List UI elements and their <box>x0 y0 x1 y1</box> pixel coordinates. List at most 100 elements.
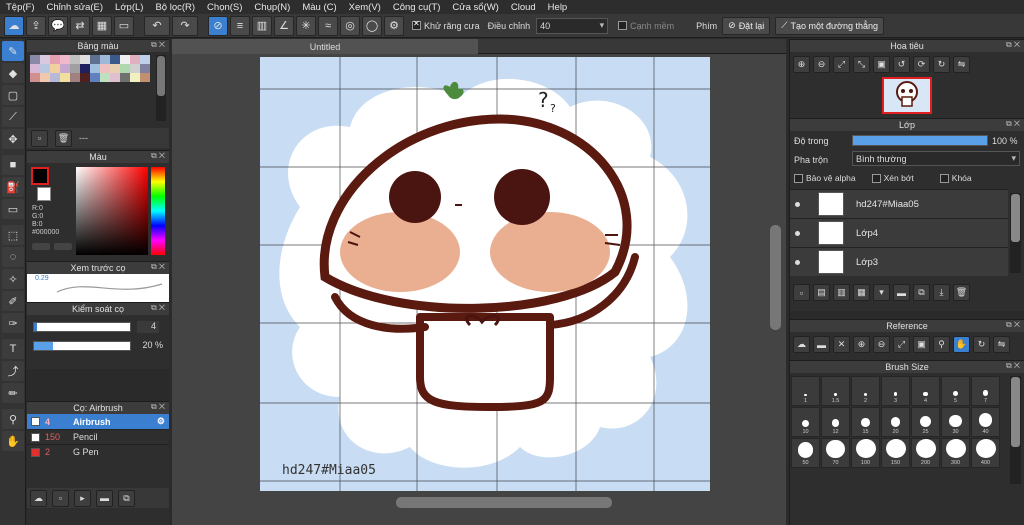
merge-layer-icon[interactable]: ⤓ <box>933 284 950 301</box>
brush-size-option[interactable]: 15 <box>851 407 880 437</box>
brush-list-item[interactable]: 2 G Pen <box>27 444 169 459</box>
document-tab[interactable]: Untitled <box>172 39 478 54</box>
palette-swatch[interactable] <box>40 73 50 82</box>
snap-radial-icon[interactable]: ✳ <box>296 15 316 36</box>
primary-color-swatch[interactable] <box>31 167 49 185</box>
select-pen-tool-icon[interactable]: ✐ <box>2 291 24 311</box>
palette-swatch[interactable] <box>70 73 80 82</box>
snap-settings-icon[interactable]: ⚙ <box>384 15 404 36</box>
brush-settings-icon[interactable]: ⚙ <box>157 416 165 427</box>
panel-close-icon[interactable]: ⧉ ✕ <box>151 402 165 412</box>
palette-swatch[interactable] <box>130 73 140 82</box>
reference-open-icon[interactable]: ▬ <box>813 336 830 353</box>
palette-swatch[interactable] <box>70 55 80 64</box>
brush-opacity-slider[interactable] <box>33 341 131 351</box>
brush-list-item[interactable]: 150 Pencil <box>27 429 169 444</box>
menu-item-8[interactable]: Công cụ(T) <box>393 2 441 13</box>
rotate-left-icon[interactable]: ↺ <box>893 56 910 73</box>
text-tool-icon[interactable]: T <box>2 339 24 359</box>
reference-flip-icon[interactable]: ⇋ <box>993 336 1010 353</box>
palette-swatch[interactable] <box>90 55 100 64</box>
soft-edge-check-icon[interactable] <box>618 21 628 30</box>
layer-row[interactable]: hd247#Miaa05 <box>790 189 1008 218</box>
new-halftone-layer-icon[interactable]: ▥ <box>833 284 850 301</box>
palette-swatch[interactable] <box>50 55 60 64</box>
brush-size-option[interactable]: 10 <box>791 407 820 437</box>
palette-swatch[interactable] <box>30 55 40 64</box>
palette-swatch[interactable] <box>90 73 100 82</box>
palette-swatch[interactable] <box>50 73 60 82</box>
layer-opacity-slider[interactable] <box>852 135 988 146</box>
operation-tool-icon[interactable]: ⤴ <box>2 361 24 381</box>
reference-hand-icon[interactable]: ✋ <box>953 336 970 353</box>
canvas-vertical-scrollbar[interactable] <box>770 225 781 330</box>
panel-close-icon[interactable]: ⧉ ✕ <box>151 151 165 161</box>
protect-alpha-checkbox[interactable]: Bảo vệ alpha <box>794 173 856 184</box>
brush-add-icon[interactable]: ▸ <box>74 489 91 507</box>
blend-mode-select[interactable]: Bình thường <box>852 151 1020 166</box>
lasso-tool-icon[interactable]: ◌ <box>2 247 24 267</box>
cloud-icon[interactable]: ☁ <box>4 15 24 36</box>
brush-size-option[interactable]: 300 <box>941 438 970 468</box>
adjust-select[interactable]: 40 <box>536 17 609 34</box>
soft-edge-checkbox[interactable]: Cạnh mềm <box>618 21 674 31</box>
lock-checkbox[interactable]: Khóa <box>939 173 972 184</box>
brush-size-option[interactable]: 4 <box>911 376 940 406</box>
palette-swatch[interactable] <box>30 64 40 73</box>
eyedropper-tool-icon[interactable]: ⚲ <box>2 409 24 429</box>
palette-swatch[interactable] <box>120 64 130 73</box>
new-layer-icon[interactable]: ▫ <box>793 284 810 301</box>
new-swatch-icon[interactable]: ▫ <box>31 129 48 147</box>
delete-swatch-icon[interactable]: 🗑 <box>55 129 72 147</box>
redo-icon[interactable]: ↷ <box>172 15 198 36</box>
saturation-value-picker[interactable] <box>76 167 148 255</box>
brush-size-option[interactable]: 12 <box>821 407 850 437</box>
panel-close-icon[interactable]: ⧉ ✕ <box>1006 40 1020 50</box>
menu-item-10[interactable]: Cloud <box>511 2 536 13</box>
menu-item-3[interactable]: Bộ lọc(R) <box>155 2 195 13</box>
reference-zoom-in-icon[interactable]: ⊕ <box>853 336 870 353</box>
add-layer-menu-icon[interactable]: ▾ <box>873 284 890 301</box>
clipping-checkbox[interactable]: Xén bớt <box>871 173 914 184</box>
fit-view-icon[interactable]: ⤢ <box>833 56 850 73</box>
zoom-in-icon[interactable]: ⊕ <box>793 56 810 73</box>
snap-grid-icon[interactable]: ▥ <box>252 15 272 36</box>
magic-wand-tool-icon[interactable]: ✧ <box>2 269 24 289</box>
lock-check-icon[interactable] <box>939 174 949 184</box>
palette-swatch[interactable] <box>60 64 70 73</box>
menu-item-11[interactable]: Help <box>548 2 568 13</box>
select-eraser-tool-icon[interactable]: ✑ <box>2 313 24 333</box>
panel-close-icon[interactable]: ⧉ ✕ <box>151 40 165 50</box>
delete-layer-icon[interactable]: 🗑 <box>953 284 970 301</box>
palette-swatch[interactable] <box>140 73 150 82</box>
menu-item-2[interactable]: Lớp(L) <box>115 2 143 13</box>
brush-cloud-icon[interactable]: ☁ <box>30 489 47 507</box>
canvas-horizontal-scrollbar[interactable] <box>396 497 612 508</box>
zoom-out-icon[interactable]: ⊖ <box>813 56 830 73</box>
palette-swatch[interactable] <box>60 73 70 82</box>
menu-item-0[interactable]: Tệp(F) <box>6 2 35 13</box>
brush-size-option[interactable]: 1 <box>791 376 820 406</box>
palette-swatch[interactable] <box>80 64 90 73</box>
layer-visibility-icon[interactable] <box>795 259 800 265</box>
drawing-canvas[interactable]: ? ? hd247#Miaa05 <box>260 57 710 491</box>
new-folder-icon[interactable]: ▬ <box>893 284 910 301</box>
brush-size-option[interactable]: 3 <box>881 376 910 406</box>
palette-swatch[interactable] <box>110 64 120 73</box>
palette-swatch[interactable] <box>120 55 130 64</box>
layer-visibility-icon[interactable] <box>795 201 800 207</box>
palette-swatch[interactable] <box>140 55 150 64</box>
select-tool-icon[interactable]: ⬚ <box>2 225 24 245</box>
brush-size-option[interactable]: 100 <box>851 438 880 468</box>
reset-button[interactable]: ⊘ Đặt lại <box>722 16 771 35</box>
brush-size-option[interactable]: 200 <box>911 438 940 468</box>
brush-size-value[interactable]: 4 <box>137 321 159 333</box>
palette-swatch[interactable] <box>100 64 110 73</box>
move-tool-icon[interactable]: ✥ <box>2 129 24 149</box>
brush-tool-icon[interactable]: ✎ <box>2 41 24 61</box>
brush-size-option[interactable]: 25 <box>911 407 940 437</box>
brush-list-item[interactable]: 4 Airbrush ⚙ <box>27 414 169 429</box>
palette-swatch[interactable] <box>130 55 140 64</box>
reference-cloud-icon[interactable]: ☁ <box>793 336 810 353</box>
create-line-button[interactable]: ⟋ Tạo một đường thẳng <box>775 16 884 35</box>
